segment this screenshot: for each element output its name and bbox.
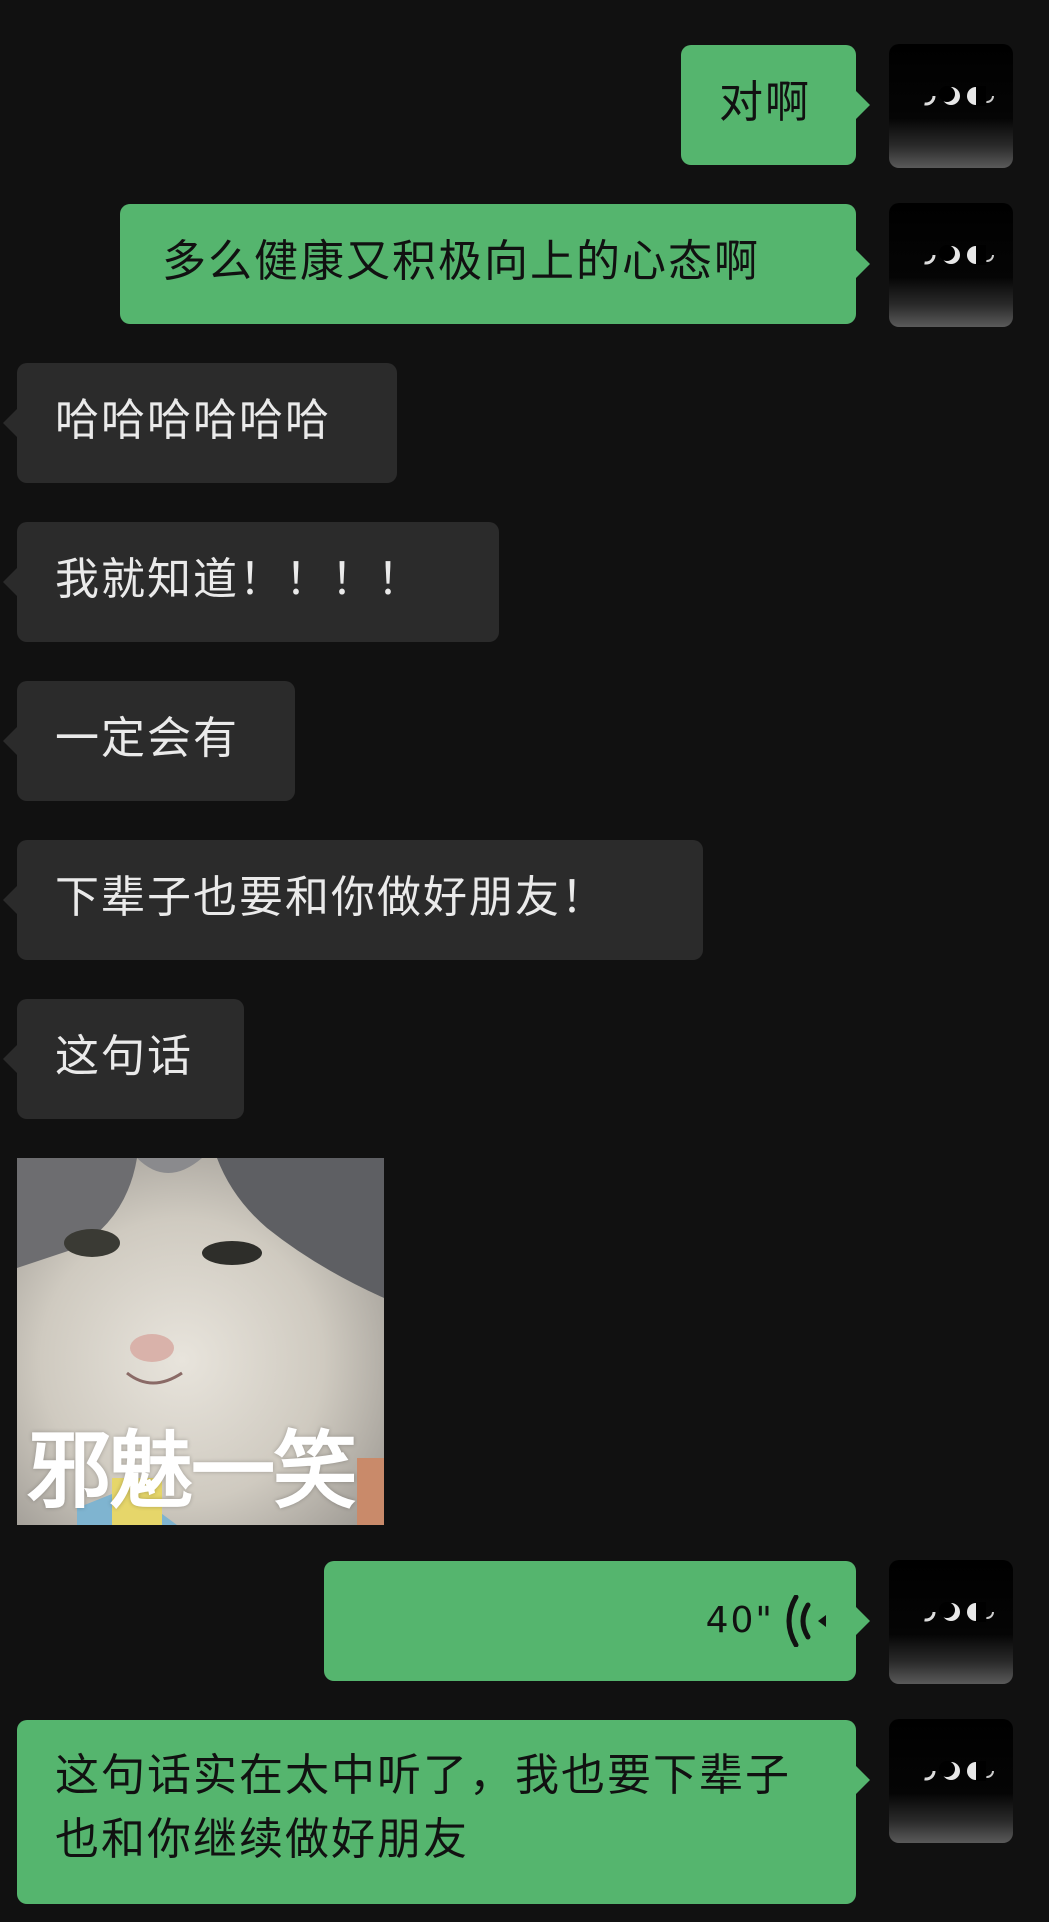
outgoing-message-bubble[interactable]: 多么健康又积极向上的心态啊 <box>120 204 870 324</box>
user-avatar[interactable] <box>889 1719 1013 1843</box>
voice-duration: 40" <box>705 1600 774 1641</box>
incoming-message-bubble[interactable]: 哈哈哈哈哈哈 <box>3 363 397 483</box>
message-text: 一定会有 <box>55 713 239 764</box>
incoming-message-bubble[interactable]: 这句话 <box>3 999 244 1119</box>
message-text: 哈哈哈哈哈哈 <box>55 395 331 446</box>
user-avatar[interactable] <box>889 44 1013 168</box>
outgoing-voice-message[interactable]: 40" <box>324 1561 870 1681</box>
voice-wave-icon <box>786 1595 826 1647</box>
sticker-caption: 邪魅一笑 <box>27 1422 357 1520</box>
incoming-message-bubble[interactable]: 下辈子也要和你做好朋友！ <box>3 840 703 960</box>
chat-message-list[interactable]: 对啊 多么健康又积极向上的心态啊 哈哈哈哈哈哈 我就知道！！！！ 一定会有 下辈… <box>0 0 1049 1922</box>
outgoing-message-bubble[interactable]: 这句话实在太中听了，我也要下辈子也和你继续做好朋友 <box>17 1720 870 1904</box>
message-text: 下辈子也要和你做好朋友！ <box>55 872 607 923</box>
outgoing-message-bubble[interactable]: 对啊 <box>681 45 870 165</box>
cat-sticker-image[interactable]: 邪魅一笑 <box>17 1158 384 1525</box>
message-text: 这句话实在太中听了，我也要下辈子也和你继续做好朋友 <box>55 1750 791 1865</box>
moon-phases-icon <box>916 1602 994 1622</box>
user-avatar[interactable] <box>889 203 1013 327</box>
message-text: 这句话 <box>55 1031 193 1082</box>
moon-phases-icon <box>916 245 994 265</box>
moon-phases-icon <box>916 86 994 106</box>
incoming-message-bubble[interactable]: 一定会有 <box>3 681 295 801</box>
user-avatar[interactable] <box>889 1560 1013 1684</box>
moon-phases-icon <box>916 1761 994 1781</box>
message-text: 我就知道！！！！ <box>55 554 423 605</box>
incoming-message-bubble[interactable]: 我就知道！！！！ <box>3 522 499 642</box>
message-text: 多么健康又积极向上的心态啊 <box>162 236 760 287</box>
message-text: 对啊 <box>719 77 811 128</box>
